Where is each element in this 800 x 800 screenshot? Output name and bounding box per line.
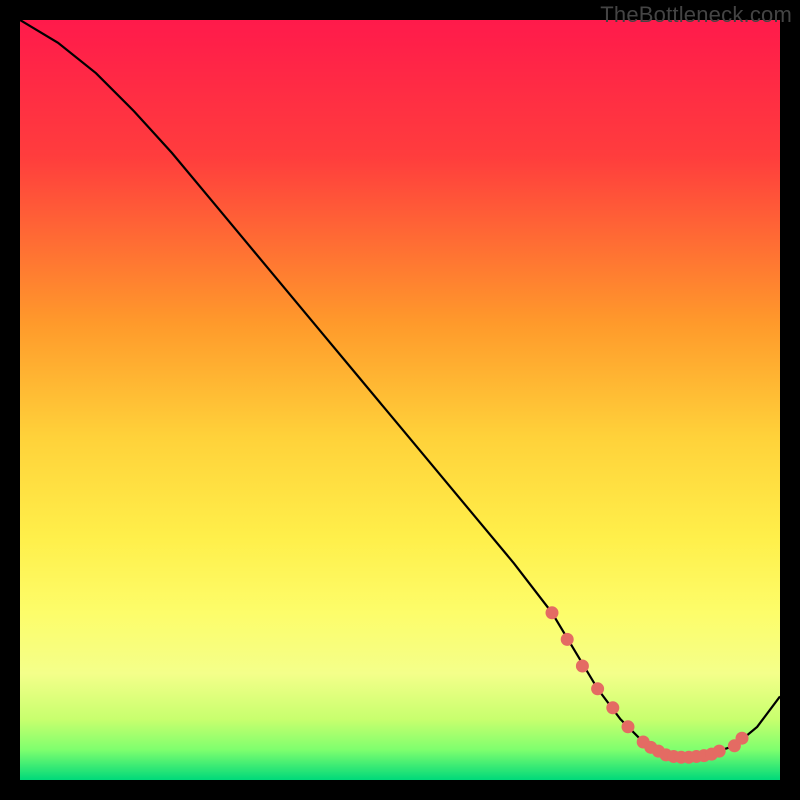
plot-area [20, 20, 780, 780]
watermark-text: TheBottleneck.com [600, 2, 792, 28]
optimal-range-dots [20, 20, 780, 780]
highlight-dot [606, 701, 619, 714]
highlight-dot [546, 606, 559, 619]
highlight-dot [622, 720, 635, 733]
chart-frame: TheBottleneck.com [0, 0, 800, 800]
highlight-dot [713, 745, 726, 758]
highlight-dot [576, 660, 589, 673]
highlight-dot [561, 633, 574, 646]
highlight-dot [736, 732, 749, 745]
highlight-dot [591, 682, 604, 695]
